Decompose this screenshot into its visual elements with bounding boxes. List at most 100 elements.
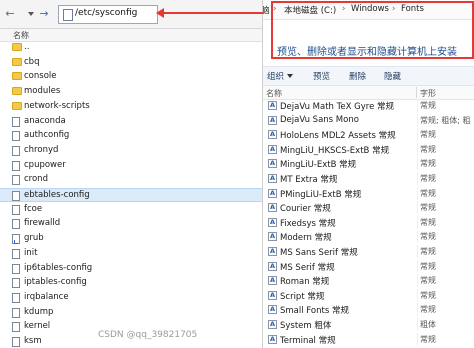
column-separator bbox=[417, 230, 418, 244]
font-list-item[interactable]: System 粗体 粗体 bbox=[263, 318, 474, 331]
file-name: iptables-config bbox=[24, 277, 87, 288]
font-name: Courier 常规 bbox=[280, 204, 331, 215]
breadcrumb-prefix[interactable]: 脑 bbox=[263, 4, 270, 16]
font-name: Fixedsys 常规 bbox=[280, 218, 336, 229]
command-bar: 组织 预览 删除 隐藏 bbox=[263, 66, 474, 86]
font-file-icon bbox=[268, 115, 277, 125]
delete-button[interactable]: 删除 bbox=[349, 70, 366, 82]
font-list-item[interactable]: MS Sans Serif 常规 常规 bbox=[263, 245, 474, 258]
font-list-item[interactable]: MingLiU-ExtB 常规 常规 bbox=[263, 157, 474, 171]
column-divider[interactable] bbox=[416, 87, 417, 98]
file-list-item[interactable]: chronyd bbox=[0, 144, 262, 158]
font-file-icon bbox=[268, 276, 277, 286]
font-list-item[interactable]: Terminal 常规 常规 bbox=[263, 332, 474, 346]
font-list-item[interactable]: Fixedsys 常规 常规 bbox=[263, 215, 474, 229]
file-name: ksm bbox=[24, 336, 42, 346]
file-icon bbox=[12, 160, 20, 171]
file-list-item[interactable]: init bbox=[0, 247, 262, 261]
file-name: cpupower bbox=[24, 159, 66, 170]
fonts-explorer-pane: 脑 › 本地磁盘 (C:) › Windows › Fonts 预览、删除或者显… bbox=[263, 0, 474, 348]
font-list-item[interactable]: HoloLens MDL2 Assets 常规 常规 bbox=[263, 128, 474, 142]
file-list-item[interactable]: irqbalance bbox=[0, 291, 262, 305]
file-name: ebtables-config bbox=[24, 190, 90, 200]
column-separator bbox=[417, 215, 418, 229]
file-list-item[interactable]: modules bbox=[0, 85, 262, 99]
font-list-item[interactable]: Roman 常规 常规 bbox=[263, 274, 474, 288]
column-separator bbox=[417, 274, 418, 288]
font-style: 常规 bbox=[420, 144, 436, 154]
font-list-item[interactable]: DejaVu Math TeX Gyre 常规 常规 bbox=[263, 99, 474, 112]
file-list-item[interactable]: fcoe bbox=[0, 203, 262, 217]
column-separator bbox=[417, 245, 418, 258]
file-list-item[interactable]: cpupower bbox=[0, 159, 262, 173]
chevron-down-icon[interactable] bbox=[287, 74, 293, 78]
history-dropdown-icon[interactable] bbox=[28, 12, 34, 16]
fonts-list: DejaVu Math TeX Gyre 常规常规DejaVu Sans Mon… bbox=[263, 99, 474, 348]
file-list-item[interactable]: network-scripts bbox=[0, 100, 262, 114]
file-name: network-scripts bbox=[24, 100, 90, 111]
font-list-item[interactable]: Courier 常规 常规 bbox=[263, 201, 474, 215]
font-name: DejaVu Math TeX Gyre 常规 bbox=[280, 102, 394, 112]
font-list-item[interactable]: MS Serif 常规 常规 bbox=[263, 259, 474, 273]
file-list-item[interactable]: console bbox=[0, 70, 262, 84]
file-name: crond bbox=[24, 174, 48, 185]
organize-button[interactable]: 组织 bbox=[267, 70, 284, 82]
file-list-item[interactable]: ebtables-config bbox=[0, 188, 262, 202]
file-name: kdump bbox=[24, 306, 54, 317]
file-icon bbox=[12, 307, 20, 318]
file-icon bbox=[12, 337, 20, 347]
hide-button[interactable]: 隐藏 bbox=[384, 70, 401, 82]
file-list-item[interactable]: .. bbox=[0, 41, 262, 55]
font-style: 常规 bbox=[420, 174, 436, 183]
font-style: 常规 bbox=[420, 276, 436, 286]
font-name: MT Extra 常规 bbox=[280, 175, 338, 185]
file-list-item[interactable]: ip6tables-config bbox=[0, 262, 262, 276]
file-list-item[interactable]: grub bbox=[0, 232, 262, 246]
file-name: modules bbox=[24, 86, 61, 97]
font-list-item[interactable]: PMingLiU-ExtB 常规 常规 bbox=[263, 186, 474, 200]
font-name: Script 常规 bbox=[280, 291, 325, 302]
file-name: firewalld bbox=[24, 218, 61, 229]
preview-button[interactable]: 预览 bbox=[313, 70, 330, 82]
file-list-item[interactable]: anaconda bbox=[0, 115, 262, 129]
font-style: 常规 bbox=[420, 188, 436, 198]
column-separator bbox=[417, 113, 418, 127]
font-style: 粗体 bbox=[420, 320, 436, 329]
column-header-style[interactable]: 字形 bbox=[420, 88, 436, 99]
font-file-icon bbox=[268, 261, 277, 271]
column-separator bbox=[417, 186, 418, 200]
file-list-item[interactable]: kdump bbox=[0, 306, 262, 320]
column-header-name[interactable]: 名称 bbox=[266, 88, 282, 99]
column-separator bbox=[417, 157, 418, 171]
font-style: 常规; 粗体; 粗 bbox=[420, 115, 471, 125]
font-list-item[interactable]: MingLiU_HKSCS-ExtB 常规 常规 bbox=[263, 142, 474, 156]
font-style: 常规 bbox=[420, 101, 436, 110]
column-separator bbox=[417, 99, 418, 112]
file-icon bbox=[12, 322, 20, 333]
file-list-item[interactable]: iptables-config bbox=[0, 276, 262, 290]
font-file-icon bbox=[268, 247, 277, 256]
forward-arrow-icon[interactable]: → bbox=[38, 7, 50, 21]
file-list-item[interactable]: authconfig bbox=[0, 129, 262, 143]
file-list-item[interactable]: firewalld bbox=[0, 217, 262, 231]
font-list-item[interactable]: Modern 常规 常规 bbox=[263, 230, 474, 244]
file-list-item[interactable]: cbq bbox=[0, 56, 262, 70]
column-separator bbox=[417, 303, 418, 317]
font-name: Terminal 常规 bbox=[280, 335, 336, 346]
font-name: MS Serif 常规 bbox=[280, 262, 335, 273]
file-name: anaconda bbox=[24, 115, 66, 126]
path-input[interactable]: /etc/sysconfig bbox=[58, 5, 158, 24]
file-browser-pane: ← → /etc/sysconfig 名称 .. cbq console module… bbox=[0, 0, 263, 348]
back-arrow-icon[interactable]: ← bbox=[4, 7, 16, 21]
file-icon bbox=[12, 175, 20, 186]
column-separator bbox=[417, 128, 418, 142]
font-list-item[interactable]: DejaVu Sans Mono 常规; 粗体; 粗 bbox=[263, 113, 474, 127]
font-list-item[interactable]: Script 常规 常规 bbox=[263, 288, 474, 302]
watermark: CSDN @qq_39821705 bbox=[98, 330, 198, 340]
nav-toolbar: ← → /etc/sysconfig bbox=[0, 0, 262, 29]
font-list-item[interactable]: MT Extra 常规 常规 bbox=[263, 172, 474, 185]
font-list-item[interactable]: Small Fonts 常规 常规 bbox=[263, 303, 474, 317]
file-list-item[interactable]: crond bbox=[0, 173, 262, 187]
font-file-icon bbox=[268, 174, 277, 183]
file-icon bbox=[12, 131, 20, 142]
